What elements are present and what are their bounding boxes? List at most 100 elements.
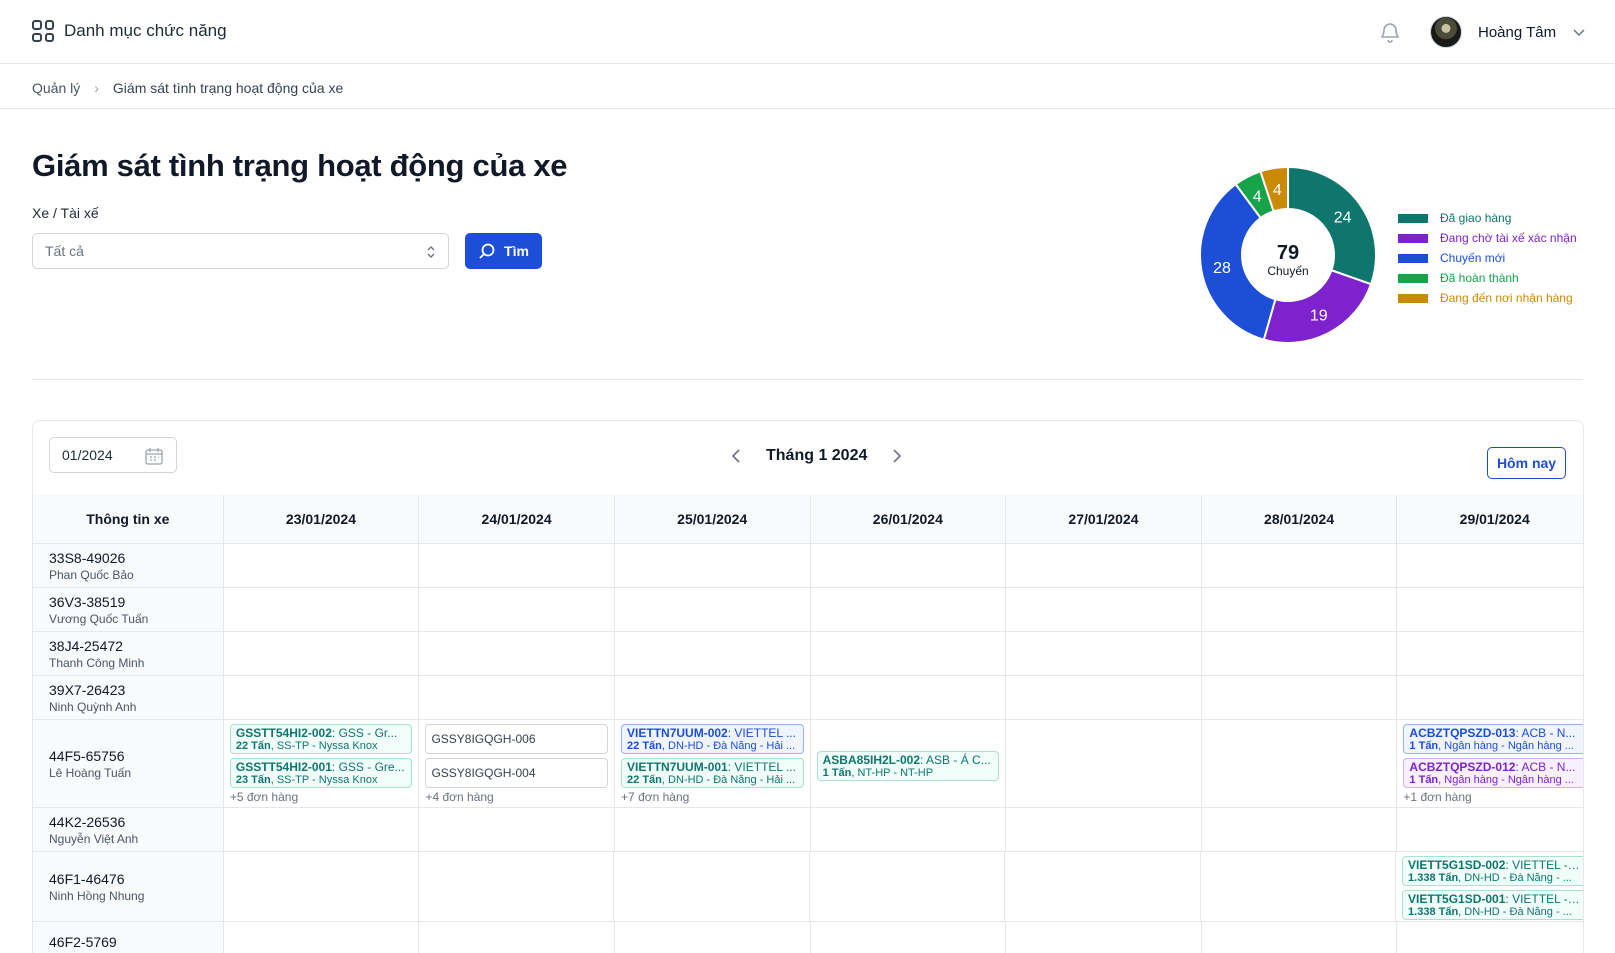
day-cell[interactable] bbox=[615, 544, 811, 587]
trip-chip[interactable]: VIETT5G1SD-002: VIETTEL - ... 1.338 Tấn, … bbox=[1402, 856, 1583, 886]
day-cell[interactable] bbox=[615, 922, 811, 953]
trip-chip[interactable]: ACBZTQPSZD-013: ACB - N... 1 Tấn, Ngân hà… bbox=[1403, 724, 1583, 754]
legend-item[interactable]: Đã hoàn thành bbox=[1398, 268, 1577, 288]
day-cell[interactable] bbox=[1006, 632, 1202, 675]
trip-chip[interactable]: GSSY8IGQGH-006 bbox=[425, 724, 609, 754]
day-cell[interactable] bbox=[615, 808, 811, 851]
day-cell[interactable] bbox=[1397, 808, 1583, 851]
trip-chip[interactable]: GSSY8IGQGH-004 bbox=[425, 758, 609, 788]
vehicle-plate[interactable]: 44F5-65756 bbox=[49, 747, 207, 765]
day-cell[interactable] bbox=[419, 922, 616, 953]
day-cell[interactable] bbox=[614, 852, 810, 921]
day-cell[interactable]: GSSY8IGQGH-006 GSSY8IGQGH-004 +4 đơn hàng bbox=[419, 720, 616, 807]
day-cell[interactable] bbox=[1397, 544, 1583, 587]
day-cell[interactable] bbox=[1397, 676, 1583, 719]
legend-item[interactable]: Đang chờ tài xế xác nhận bbox=[1398, 228, 1577, 248]
trip-chip[interactable]: ASBA85IH2L-002: ASB - Á C... 1 Tấn, NT-HP… bbox=[816, 750, 1000, 781]
day-cell[interactable] bbox=[1202, 922, 1398, 953]
chevron-right-icon[interactable] bbox=[887, 447, 905, 465]
day-cell[interactable] bbox=[1006, 588, 1202, 631]
legend-item[interactable]: Đã giao hàng bbox=[1398, 208, 1577, 228]
chevron-left-icon[interactable] bbox=[728, 447, 746, 465]
vehicle-driver-select[interactable]: Tất cả bbox=[32, 233, 449, 269]
day-cell[interactable] bbox=[1005, 852, 1201, 921]
day-cell[interactable] bbox=[224, 922, 420, 953]
day-cell[interactable]: ACBZTQPSZD-013: ACB - N... 1 Tấn, Ngân hà… bbox=[1397, 720, 1583, 807]
day-cell[interactable] bbox=[615, 632, 811, 675]
donut-slice-label: 28 bbox=[1213, 260, 1231, 277]
day-cell[interactable] bbox=[811, 808, 1007, 851]
day-cell[interactable] bbox=[1006, 676, 1202, 719]
vehicle-plate[interactable]: 44K2-26536 bbox=[49, 813, 207, 831]
day-cell[interactable] bbox=[1201, 852, 1397, 921]
day-cell[interactable] bbox=[810, 852, 1006, 921]
trip-customer: : VIETTEL - ... bbox=[1505, 892, 1581, 906]
today-button[interactable]: Hôm nay bbox=[1487, 447, 1566, 479]
day-cell[interactable] bbox=[1202, 808, 1398, 851]
day-cell[interactable] bbox=[419, 852, 615, 921]
legend-item[interactable]: Chuyến mới bbox=[1398, 248, 1577, 268]
function-menu-button[interactable]: Danh mục chức năng bbox=[32, 20, 227, 42]
day-cell[interactable] bbox=[811, 588, 1007, 631]
day-cell[interactable] bbox=[1006, 808, 1202, 851]
day-cell[interactable] bbox=[615, 588, 811, 631]
breadcrumb-item-manage[interactable]: Quản lý bbox=[32, 80, 80, 96]
vehicle-plate[interactable]: 38J4-25472 bbox=[49, 637, 207, 655]
day-cell[interactable] bbox=[224, 852, 420, 921]
trip-code: ASBA85IH2L-002 bbox=[822, 752, 921, 767]
vehicle-plate[interactable]: 36V3-38519 bbox=[49, 593, 207, 611]
trip-chip[interactable]: VIETTN7UUM-002: VIETTEL ... 22 Tấn, DN-HD… bbox=[621, 724, 804, 754]
trip-chip[interactable]: ACBZTQPSZD-012: ACB - N... 1 Tấn, Ngân hà… bbox=[1403, 758, 1583, 788]
day-cell[interactable] bbox=[224, 808, 420, 851]
vehicle-row: 39X7-26423 Ninh Quỳnh Anh bbox=[33, 676, 1583, 720]
day-cell[interactable] bbox=[419, 808, 616, 851]
search-button[interactable]: Tìm bbox=[465, 233, 542, 269]
day-cell[interactable] bbox=[1202, 720, 1398, 807]
day-cell[interactable] bbox=[419, 588, 616, 631]
trip-chip[interactable]: VIETTN7UUM-001: VIETTEL ... 22 Tấn, DN-HD… bbox=[621, 758, 804, 788]
trip-chip[interactable]: VIETT5G1SD-001: VIETTEL - ... 1.338 Tấn, … bbox=[1402, 890, 1583, 920]
day-cell[interactable] bbox=[1397, 922, 1583, 953]
day-cell[interactable] bbox=[811, 676, 1007, 719]
day-cell[interactable] bbox=[1397, 632, 1583, 675]
day-cell[interactable] bbox=[419, 676, 616, 719]
day-cell[interactable] bbox=[224, 544, 420, 587]
day-cell[interactable] bbox=[1202, 588, 1398, 631]
day-cell[interactable]: VIETT5G1SD-002: VIETTEL - ... 1.338 Tấn, … bbox=[1396, 852, 1583, 921]
day-cell[interactable] bbox=[1006, 544, 1202, 587]
more-orders-link[interactable]: +1 đơn hàng bbox=[1403, 790, 1583, 804]
day-cell[interactable] bbox=[811, 922, 1007, 953]
day-cell[interactable] bbox=[224, 632, 420, 675]
day-cell[interactable]: GSSTT54HI2-002: GSS - Gr... 22 Tấn, SS-TP… bbox=[224, 720, 420, 807]
trip-chip[interactable]: GSSTT54HI2-002: GSS - Gr... 22 Tấn, SS-TP… bbox=[229, 724, 413, 754]
trip-chip[interactable]: GSSTT54HI2-001: GSS - Gre... 23 Tấn, SS-T… bbox=[229, 758, 413, 788]
day-cell[interactable] bbox=[1006, 922, 1202, 953]
day-cell[interactable] bbox=[811, 544, 1007, 587]
day-cell[interactable] bbox=[1202, 632, 1398, 675]
day-cell[interactable]: ASBA85IH2L-002: ASB - Á C... 1 Tấn, NT-HP… bbox=[811, 720, 1007, 807]
day-cell[interactable] bbox=[1202, 544, 1398, 587]
legend-item[interactable]: Đang đến nơi nhận hàng bbox=[1398, 288, 1577, 308]
vehicle-plate[interactable]: 46F2-5769 bbox=[49, 933, 207, 951]
day-cell[interactable] bbox=[811, 632, 1007, 675]
day-cell[interactable] bbox=[1006, 720, 1202, 807]
more-orders-link[interactable]: +7 đơn hàng bbox=[621, 790, 804, 804]
user-menu[interactable]: Hoàng Tâm bbox=[1430, 16, 1586, 48]
more-orders-link[interactable]: +5 đơn hàng bbox=[230, 790, 413, 804]
day-cell[interactable] bbox=[1397, 588, 1583, 631]
day-cell[interactable] bbox=[419, 544, 616, 587]
bell-icon[interactable] bbox=[1378, 20, 1402, 44]
day-cell[interactable]: VIETTN7UUM-002: VIETTEL ... 22 Tấn, DN-HD… bbox=[615, 720, 811, 807]
trip-customer: : ASB - Á C... bbox=[920, 752, 991, 767]
more-orders-link[interactable]: +4 đơn hàng bbox=[425, 790, 608, 804]
search-icon bbox=[479, 243, 495, 259]
day-cell[interactable] bbox=[1202, 676, 1398, 719]
vehicle-plate[interactable]: 46F1-46476 bbox=[49, 870, 207, 888]
month-picker[interactable]: 01/2024 bbox=[49, 437, 177, 473]
day-cell[interactable] bbox=[615, 676, 811, 719]
day-cell[interactable] bbox=[419, 632, 616, 675]
vehicle-plate[interactable]: 33S8-49026 bbox=[49, 549, 207, 567]
day-cell[interactable] bbox=[224, 588, 420, 631]
day-cell[interactable] bbox=[224, 676, 420, 719]
vehicle-plate[interactable]: 39X7-26423 bbox=[49, 681, 207, 699]
